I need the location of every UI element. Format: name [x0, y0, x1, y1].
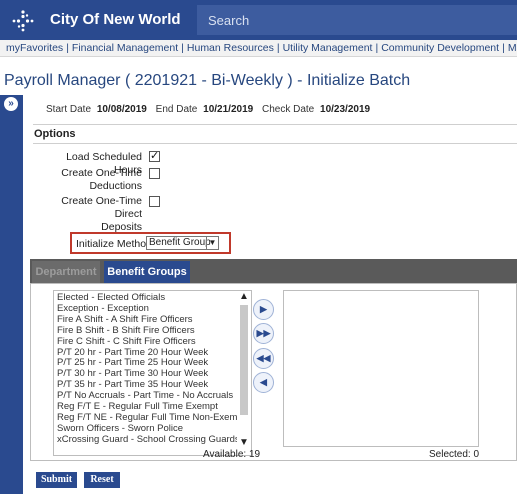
move-all-left-icon[interactable]: ◀◀	[253, 348, 274, 369]
menu-separator: |	[276, 42, 280, 54]
tab-bar: Department Benefit Groups	[30, 259, 517, 283]
available-list-scrollbar[interactable]: ▲ ▼	[237, 291, 251, 448]
menu-separator: |	[375, 42, 379, 54]
page-title: Payroll Manager ( 2201921 - Bi-Weekly ) …	[4, 72, 411, 89]
move-left-icon[interactable]: ◀	[253, 372, 274, 393]
reset-button[interactable]: Reset	[84, 472, 120, 488]
list-item[interactable]: Fire B Shift - B Shift Fire Officers	[57, 325, 238, 337]
module-menu: myFavorites | Financial Management | Human R…	[0, 40, 517, 57]
end-date-label: End Date	[155, 104, 198, 115]
init-method-value: Benefit Group	[149, 237, 211, 248]
deductions-checkbox[interactable]	[149, 168, 160, 179]
left-rail: »	[0, 95, 23, 494]
menu-item-community[interactable]: Community Development	[381, 42, 499, 54]
selected-count: Selected: 0	[429, 449, 480, 460]
submit-button[interactable]: Submit	[36, 472, 77, 488]
scroll-thumb[interactable]	[240, 305, 248, 415]
options-heading: Options	[33, 124, 517, 144]
selected-list[interactable]	[283, 290, 479, 447]
menu-item-utility[interactable]: Utility Management	[283, 42, 373, 54]
search-input[interactable]: Search	[197, 5, 517, 35]
deposits-checkbox[interactable]	[149, 196, 160, 207]
start-date-value: 10/08/2019	[96, 104, 147, 115]
init-method-label: Initialize Method	[76, 238, 152, 250]
available-list[interactable]: Elected - Elected Officials Exception - …	[53, 290, 252, 456]
move-right-icon[interactable]: ▶	[253, 299, 274, 320]
move-all-right-icon[interactable]: ▶▶	[253, 323, 274, 344]
scroll-down-icon[interactable]: ▼	[239, 437, 249, 448]
scroll-up-icon[interactable]: ▲	[239, 291, 249, 302]
logo-icon[interactable]	[10, 9, 36, 33]
batch-dates: Start Date 10/08/2019 End Date 10/21/201…	[46, 104, 376, 115]
available-count: Available: 19	[203, 449, 261, 460]
deductions-label-line1: Create One-Time	[61, 167, 142, 179]
load-hours-checkbox[interactable]: ✓	[149, 151, 160, 162]
list-item[interactable]: Fire C Shift - C Shift Fire Officers	[57, 336, 238, 348]
menu-separator: |	[181, 42, 184, 54]
tab-benefit-groups[interactable]: Benefit Groups	[104, 261, 190, 283]
menu-item-favorites[interactable]: myFavorites	[6, 42, 63, 54]
menu-separator: |	[502, 42, 505, 54]
expand-icon[interactable]: »	[4, 97, 18, 111]
deposits-label-line1: Create One-Time Direct	[61, 195, 142, 220]
deductions-label-line2: Deductions	[89, 180, 142, 192]
top-bar: City Of New World Search	[0, 0, 517, 40]
menu-item-maintenance[interactable]: Mainter	[508, 42, 517, 54]
deposits-label: Create One-Time Direct Deposits	[40, 195, 142, 234]
menu-item-hr[interactable]: Human Resources	[187, 42, 274, 54]
menu-separator: |	[66, 42, 69, 54]
menu-item-financial[interactable]: Financial Management	[72, 42, 178, 54]
app-title[interactable]: City Of New World	[50, 11, 181, 28]
deductions-label: Create One-Time Deductions	[40, 167, 142, 193]
list-item[interactable]: xCrossing Guard - School Crossing Guards	[57, 434, 240, 446]
check-date-value: 10/23/2019	[320, 104, 371, 115]
chevron-down-icon[interactable]: ▼	[206, 237, 218, 249]
start-date-label: Start Date	[46, 104, 92, 115]
tab-department[interactable]: Department	[32, 261, 100, 283]
init-method-select[interactable]: Benefit Group ▼	[146, 236, 219, 250]
check-date-label: Check Date	[261, 104, 315, 115]
end-date-value: 10/21/2019	[203, 104, 254, 115]
